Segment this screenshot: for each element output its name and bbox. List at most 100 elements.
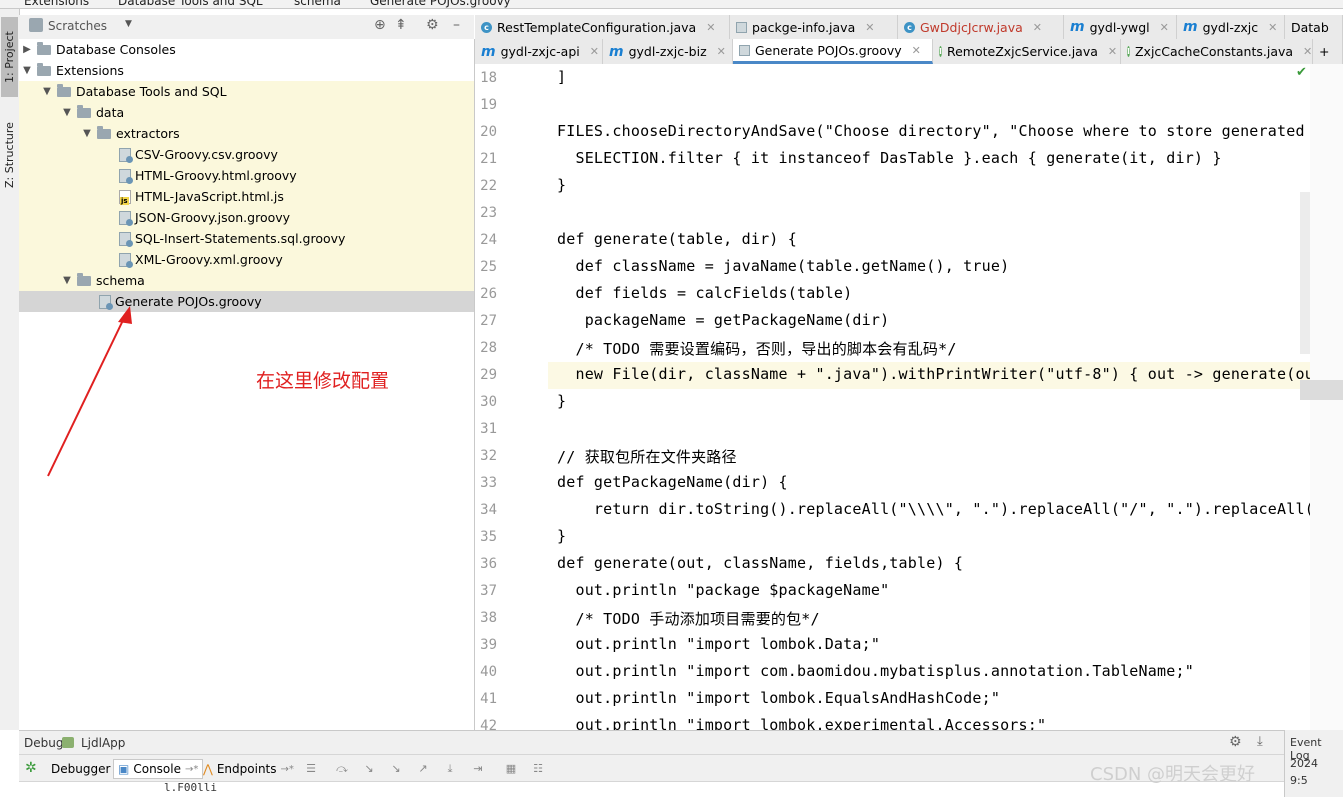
close-icon[interactable]: ✕	[1108, 45, 1117, 58]
minimize-icon[interactable]: ⤓	[1257, 734, 1263, 749]
editor-tab[interactable]: packge-info.java ✕	[730, 15, 898, 39]
chevron-down-icon[interactable]: ▼	[41, 86, 53, 97]
trace-icon[interactable]: ☷	[531, 763, 545, 775]
code-line[interactable]: new File(dir, className + ".java").withP…	[557, 365, 1310, 383]
tree-item[interactable]: HTML-Groovy.html.groovy	[19, 165, 474, 186]
editor-tab[interactable]: I ZxjcCacheConstants.java ✕	[1121, 39, 1313, 64]
close-icon[interactable]: ✕	[1160, 21, 1169, 34]
gear-icon[interactable]: ⚙	[426, 17, 439, 33]
view-selector[interactable]: Scratches	[48, 19, 107, 33]
tab-endpoints[interactable]: ⋀ Endpoints →*	[199, 759, 298, 779]
code-line[interactable]: out.println "import com.baomidou.mybatis…	[557, 662, 1194, 680]
tree-item[interactable]: ▼ Database Tools and SQL	[19, 81, 474, 102]
chevron-down-icon[interactable]: ▼	[21, 65, 33, 76]
close-icon[interactable]: ✕	[1268, 21, 1277, 34]
step-into-icon[interactable]: ↘	[362, 763, 376, 775]
code-line[interactable]: out.println "import lombok.EqualsAndHash…	[557, 689, 1000, 707]
editor-tab-active[interactable]: Generate POJOs.groovy ✕	[733, 39, 933, 64]
breadcrumb-item[interactable]: Extensions	[24, 0, 89, 8]
code-line[interactable]: }	[557, 527, 566, 545]
tree-item[interactable]: ▶ Database Consoles	[19, 39, 474, 60]
code-line[interactable]: }	[557, 176, 566, 194]
code-line[interactable]: /* TODO 需要设置编码，否则，导出的脚本会有乱码*/	[557, 338, 957, 359]
code-line[interactable]: def className = javaName(table.getName()…	[557, 257, 1009, 275]
code-line[interactable]: def generate(table, dir) {	[557, 230, 797, 248]
code-line[interactable]: }	[557, 392, 566, 410]
tree-item[interactable]: JSON-Groovy.json.groovy	[19, 207, 474, 228]
tree-item[interactable]: XML-Groovy.xml.groovy	[19, 249, 474, 270]
editor-tab[interactable]: Datab	[1285, 15, 1343, 39]
console-icon: ▣	[118, 762, 130, 776]
chevron-down-icon[interactable]: ▼	[61, 275, 73, 286]
step-out-icon[interactable]: ↗	[416, 763, 430, 775]
tab-console[interactable]: ▣ Console →*	[113, 759, 204, 779]
chevron-down-icon[interactable]: ▼	[81, 128, 93, 139]
run-to-cursor-icon[interactable]: ⇥	[471, 763, 485, 775]
code-line[interactable]: out.println "import lombok.experimental.…	[557, 716, 1046, 730]
tab-endpoints-label: Endpoints	[216, 762, 277, 776]
editor-tab[interactable]: m gydl-zxjc-biz ✕	[603, 39, 733, 64]
close-icon[interactable]: ✕	[865, 21, 874, 34]
editor-tab[interactable]: m gydl-zxjc-api ✕	[475, 39, 603, 64]
close-icon[interactable]: ✕	[590, 45, 599, 58]
tree-item[interactable]: ▼ extractors	[19, 123, 474, 144]
structure-tool-tab[interactable]: Z: Structure	[1, 113, 18, 197]
editor-tab[interactable]: I RemoteZxjcService.java ✕	[933, 39, 1121, 64]
code-line[interactable]: def generate(out, className, fields,tabl…	[557, 554, 963, 572]
close-icon[interactable]: ✕	[1303, 45, 1312, 58]
tree-item[interactable]: HTML-JavaScript.html.js	[19, 186, 474, 207]
code-line[interactable]: SELECTION.filter { it instanceof DasTabl…	[557, 149, 1222, 167]
collapse-icon[interactable]: ⇞	[395, 17, 407, 33]
code-line[interactable]: def fields = calcFields(table)	[557, 284, 852, 302]
chevron-down-icon[interactable]: ▼	[125, 19, 132, 29]
close-icon[interactable]: ✕	[717, 45, 726, 58]
debug-app-name[interactable]: LjdlApp	[81, 736, 125, 750]
target-icon[interactable]: ⊕	[374, 17, 386, 33]
close-icon[interactable]: ✕	[912, 44, 921, 57]
close-icon[interactable]: ✕	[706, 21, 715, 34]
code-editor[interactable]: ] FILES.chooseDirectoryAndSave("Choose di…	[548, 64, 1310, 730]
editor-tab[interactable]: c GwDdjcJcrw.java ✕	[898, 15, 1064, 39]
tree-item[interactable]: SQL-Insert-Statements.sql.groovy	[19, 228, 474, 249]
scroll-thumb[interactable]	[1300, 192, 1310, 354]
breadcrumb-item[interactable]: schema	[294, 0, 341, 8]
folder-icon	[37, 62, 51, 76]
editor-tab[interactable]: +	[1313, 39, 1343, 64]
tree-item[interactable]: ▼ schema	[19, 270, 474, 291]
close-icon[interactable]: ✕	[1033, 21, 1042, 34]
editor-tab[interactable]: m gydl-zxjc ✕	[1177, 15, 1285, 39]
project-tool-tab[interactable]: 1: Project	[1, 17, 18, 97]
force-step-into-icon[interactable]: ↘	[389, 763, 403, 775]
breadcrumb-item[interactable]: Database Tools and SQL	[118, 0, 263, 8]
step-over-icon[interactable]: ⤼	[335, 763, 349, 775]
tree-item[interactable]: CSV-Groovy.csv.groovy	[19, 144, 474, 165]
editor-tab[interactable]: m gydl-ywgl ✕	[1064, 15, 1177, 39]
code-line[interactable]: def getPackageName(dir) {	[557, 473, 788, 491]
tree-item[interactable]: ▼ data	[19, 102, 474, 123]
code-line[interactable]: packageName = getPackageName(dir)	[557, 311, 889, 329]
gear-icon[interactable]: ⚙	[1229, 734, 1242, 750]
tree-item-label: HTML-JavaScript.html.js	[135, 189, 284, 204]
drop-frame-icon[interactable]: ⤓	[443, 763, 457, 775]
minimize-icon[interactable]: –	[453, 17, 460, 33]
editor-scrollbar[interactable]: ✔	[1296, 64, 1343, 730]
code-line[interactable]: out.println "package $packageName"	[557, 581, 889, 599]
code-line[interactable]: ]	[557, 68, 566, 86]
debug-bug-icon[interactable]: ✲	[25, 760, 37, 776]
code-line[interactable]: return dir.toString().replaceAll("\\\\",…	[557, 500, 1310, 518]
evaluate-icon[interactable]: ▦	[504, 763, 518, 775]
tree-item[interactable]: ▼ Extensions	[19, 60, 474, 81]
threads-icon[interactable]: ☰	[304, 763, 318, 775]
folder-icon	[97, 125, 111, 139]
code-line[interactable]: /* TODO 手动添加项目需要的包*/	[557, 608, 820, 629]
groovy-file-icon	[739, 44, 750, 56]
tree-item-label: JSON-Groovy.json.groovy	[135, 210, 291, 225]
breadcrumb-item[interactable]: Generate POJOs.groovy	[370, 0, 511, 8]
code-line[interactable]: FILES.chooseDirectoryAndSave("Choose dir…	[557, 122, 1310, 140]
editor-tab[interactable]: c RestTemplateConfiguration.java ✕	[475, 15, 730, 39]
chevron-right-icon[interactable]: ▶	[21, 44, 33, 55]
chevron-down-icon[interactable]: ▼	[61, 107, 73, 118]
tab-debugger[interactable]: Debugger	[47, 759, 114, 779]
code-line[interactable]: out.println "import lombok.Data;"	[557, 635, 880, 653]
code-line[interactable]: // 获取包所在文件夹路径	[557, 446, 737, 467]
